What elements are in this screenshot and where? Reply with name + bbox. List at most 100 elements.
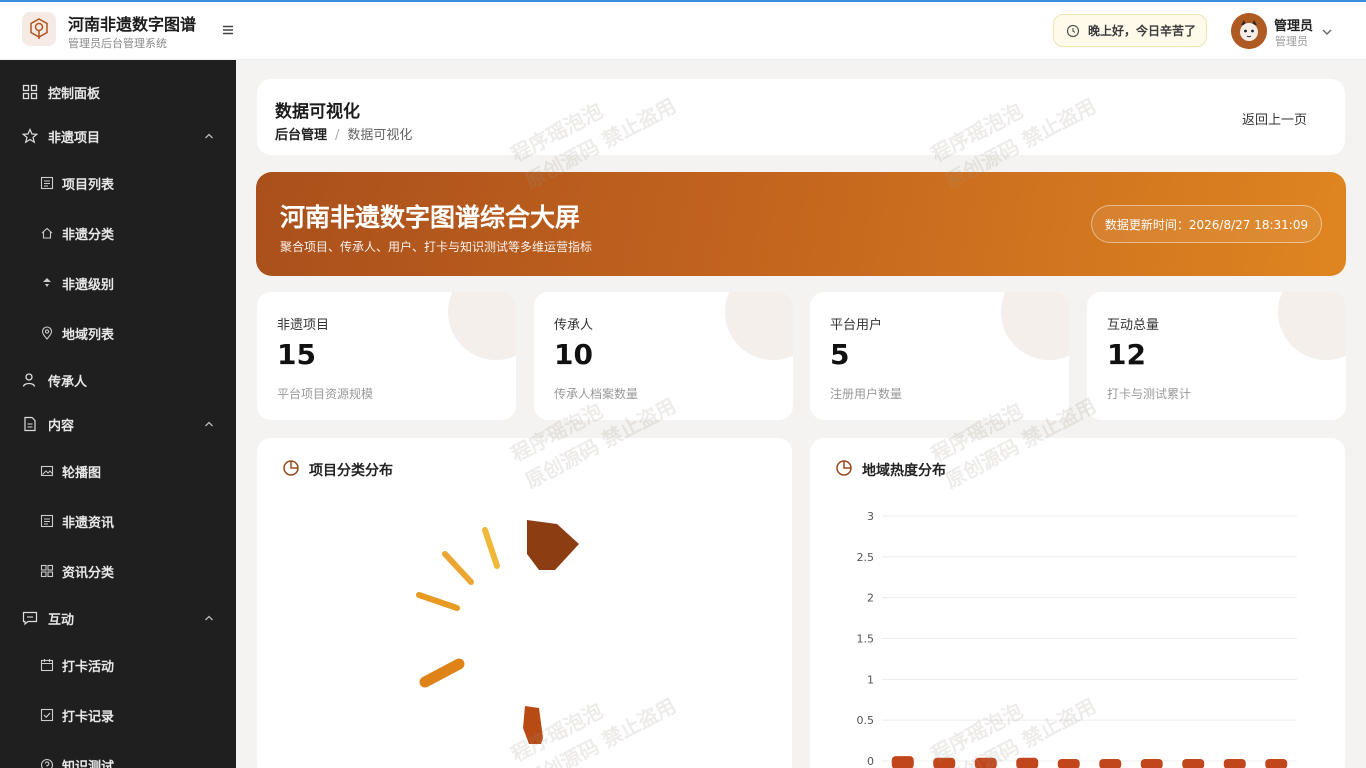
sidebar-item-label: 传承人 — [48, 374, 88, 390]
chevron-up-icon — [205, 421, 213, 427]
list-icon — [40, 176, 54, 190]
location-icon — [41, 326, 53, 340]
pie-slice — [523, 706, 543, 744]
sidebar-item-heritage-category[interactable]: 非遗分类 — [0, 213, 236, 253]
bar[interactable] — [1223, 759, 1246, 768]
sidebar: 控制面板 非遗项目 项目列表 非遗分类 非遗级别 地域列表 传承人 内容 轮播图… — [0, 60, 236, 768]
region-bar-chart: 3 2.5 2 1.5 1 0.5 0 — [857, 510, 1297, 768]
pie-slice — [527, 520, 579, 570]
logo-icon — [22, 12, 56, 46]
sidebar-item-label: 非遗资讯 — [62, 515, 115, 531]
sidebar-item-heritage-projects[interactable]: 非遗项目 — [0, 116, 236, 156]
stat-desc: 打卡与测试累计 — [1107, 387, 1192, 401]
sidebar-item-checkin-activity[interactable]: 打卡活动 — [0, 645, 236, 685]
region-chart-panel: 地域热度分布 3 2.5 2 1.5 1 0.5 0 — [810, 438, 1345, 768]
brand-subtitle: 管理员后台管理系统 — [68, 37, 167, 50]
sidebar-item-heritage-level[interactable]: 非遗级别 — [0, 263, 236, 303]
chevron-up-icon — [205, 615, 213, 621]
y-tick-label: 1.5 — [857, 633, 875, 646]
stat-desc: 传承人档案数量 — [554, 387, 639, 401]
sidebar-item-label: 地域列表 — [62, 327, 115, 343]
sidebar-item-label: 非遗项目 — [48, 130, 101, 146]
stat-label: 非遗项目 — [277, 318, 330, 333]
banner-subtitle: 聚合项目、传承人、用户、打卡与知识测试等多维运营指标 — [280, 240, 593, 254]
stat-decoration — [448, 292, 516, 360]
sidebar-item-label: 项目列表 — [62, 177, 115, 193]
user-icon — [22, 373, 36, 387]
pie-slice — [419, 658, 465, 688]
page-header-card: 数据可视化 后台管理 / 数据可视化 返回上一页 — [257, 79, 1345, 155]
brand-title: 河南非遗数字图谱 — [68, 15, 197, 34]
banner-title: 河南非遗数字图谱综合大屏 — [280, 203, 581, 232]
bar[interactable] — [974, 757, 997, 768]
y-tick-label: 0 — [867, 755, 874, 768]
breadcrumb-separator: / — [335, 128, 340, 143]
sidebar-item-heritage-news[interactable]: 非遗资讯 — [0, 501, 236, 541]
stat-decoration — [1001, 292, 1069, 360]
sidebar-item-dashboard[interactable]: 控制面板 — [0, 72, 236, 112]
pie-slice — [416, 592, 460, 611]
user-name[interactable]: 管理员 — [1274, 15, 1313, 34]
category-chart-panel: 项目分类分布 — [257, 438, 792, 768]
level-icon — [43, 278, 51, 287]
bar[interactable] — [1016, 757, 1039, 768]
page-title: 数据可视化 — [275, 102, 360, 122]
sidebar-item-inheritors[interactable]: 传承人 — [0, 360, 236, 400]
breadcrumb: 后台管理 / 数据可视化 — [275, 124, 412, 143]
bar[interactable] — [1057, 759, 1080, 768]
bar[interactable] — [891, 756, 914, 768]
y-tick-label: 3 — [867, 510, 874, 523]
sidebar-item-label: 知识测试 — [62, 759, 115, 768]
bar[interactable] — [933, 757, 956, 768]
sidebar-item-label: 资讯分类 — [62, 565, 115, 581]
sidebar-item-project-list[interactable]: 项目列表 — [0, 163, 236, 203]
chevron-down-icon[interactable] — [1320, 24, 1334, 38]
sidebar-item-knowledge-test[interactable]: 知识测试 — [0, 745, 236, 768]
stat-card-users: 平台用户 5 注册用户数量 — [810, 292, 1069, 420]
stat-desc: 注册用户数量 — [830, 387, 903, 401]
home-icon — [41, 227, 53, 239]
sidebar-item-label: 打卡记录 — [62, 709, 115, 725]
stat-card-interactions: 互动总量 12 打卡与测试累计 — [1087, 292, 1346, 420]
stat-decoration — [725, 292, 793, 360]
user-role: 管理员 — [1275, 35, 1308, 48]
back-button[interactable]: 返回上一页 — [1242, 109, 1307, 128]
check-icon — [40, 708, 54, 722]
document-icon — [24, 416, 36, 432]
breadcrumb-root[interactable]: 后台管理 — [275, 128, 327, 143]
chat-icon — [22, 611, 38, 626]
sidebar-item-checkin-records[interactable]: 打卡记录 — [0, 695, 236, 735]
sidebar-item-label: 非遗级别 — [62, 277, 115, 293]
y-tick-label: 0.5 — [857, 714, 875, 727]
bar[interactable] — [1265, 759, 1288, 768]
stat-card-projects: 非遗项目 15 平台项目资源规模 — [257, 292, 516, 420]
stat-label: 互动总量 — [1107, 318, 1160, 333]
bar[interactable] — [1182, 759, 1205, 768]
menu-toggle-icon[interactable] — [220, 22, 236, 38]
sidebar-item-label: 非遗分类 — [62, 227, 115, 243]
question-icon — [40, 758, 54, 768]
sidebar-item-interaction[interactable]: 互动 — [0, 598, 236, 638]
stat-label: 传承人 — [554, 318, 594, 333]
breadcrumb-current: 数据可视化 — [347, 128, 413, 143]
sidebar-item-label: 互动 — [48, 612, 75, 628]
clock-icon — [1066, 24, 1080, 37]
avatar[interactable] — [1231, 13, 1267, 49]
dashboard-icon — [22, 84, 38, 100]
sidebar-item-region-list[interactable]: 地域列表 — [0, 313, 236, 353]
top-header: 河南非遗数字图谱 管理员后台管理系统 晚上好，今日辛苦了 管理员 管理员 — [0, 2, 1366, 60]
category-pie-chart — [416, 520, 579, 744]
greeting-text: 晚上好，今日辛苦了 — [1088, 24, 1197, 38]
grid-icon — [40, 564, 54, 578]
sidebar-item-label: 控制面板 — [48, 86, 101, 102]
stat-desc: 平台项目资源规模 — [277, 387, 374, 401]
update-time-badge: 数据更新时间：2026/8/27 18:31:09 — [1091, 205, 1322, 243]
sidebar-item-news-category[interactable]: 资讯分类 — [0, 551, 236, 591]
bar[interactable] — [1099, 759, 1122, 768]
y-tick-label: 2.5 — [857, 551, 875, 564]
sidebar-item-carousel[interactable]: 轮播图 — [0, 451, 236, 491]
stat-value: 5 — [830, 338, 850, 371]
sidebar-item-content[interactable]: 内容 — [0, 404, 236, 444]
stat-value: 12 — [1107, 338, 1146, 371]
bar[interactable] — [1140, 759, 1163, 768]
